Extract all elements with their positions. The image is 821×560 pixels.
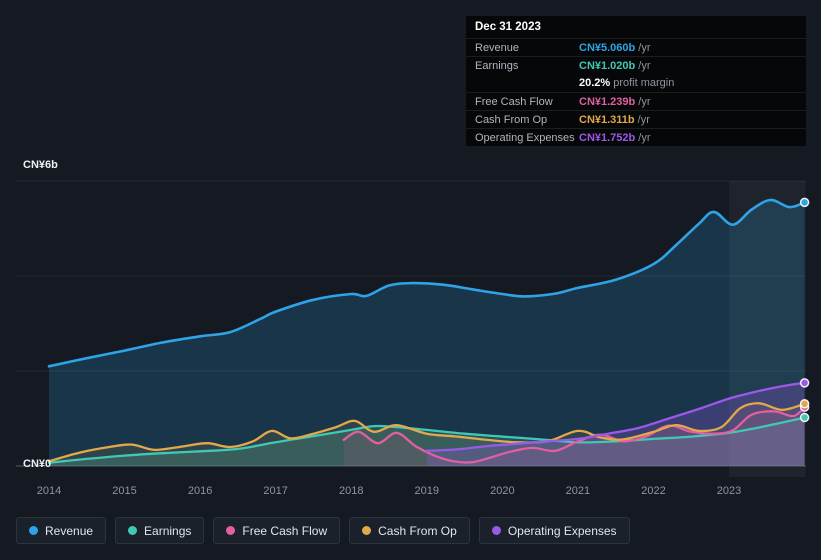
x-axis-label-2016: 2016 xyxy=(187,485,213,497)
earnings-end-marker xyxy=(799,412,810,423)
free-cash-flow-legend-dot xyxy=(226,526,236,535)
x-axis-label-2018: 2018 xyxy=(338,485,364,497)
revenue-legend-dot xyxy=(29,526,38,535)
legend-item-earnings[interactable]: Earnings xyxy=(115,517,205,544)
tooltip-value: CN¥1.239b/yr xyxy=(579,95,651,108)
tooltip-label: Operating Expenses xyxy=(475,131,575,144)
tooltip-value: CN¥1.752b/yr xyxy=(579,131,651,144)
tooltip-row-revenue: Revenue CN¥5.060b/yr xyxy=(466,38,806,56)
legend-label: Earnings xyxy=(144,523,192,538)
legend-label: Free Cash Flow xyxy=(242,523,328,538)
x-axis-label-2017: 2017 xyxy=(263,485,288,497)
tooltip-value: CN¥1.020b/yr xyxy=(579,59,651,72)
operating-expenses-end-marker xyxy=(799,378,810,388)
x-axis-label-2020: 2020 xyxy=(490,485,515,497)
x-axis-label-2014: 2014 xyxy=(36,485,62,497)
x-axis-label-2019: 2019 xyxy=(414,485,440,497)
x-axis-label-2023: 2023 xyxy=(716,485,742,497)
chart-legend: Revenue Earnings Free Cash Flow Cash From O… xyxy=(16,517,630,544)
tooltip-label: Cash From Op xyxy=(475,113,548,126)
tooltip-value: CN¥5.060b/yr xyxy=(579,41,651,54)
earnings-legend-dot xyxy=(128,526,138,535)
tooltip-row-profit-margin: 20.2% profit margin xyxy=(466,74,806,92)
tooltip-value: 20.2% profit margin xyxy=(579,77,675,89)
legend-item-revenue[interactable]: Revenue xyxy=(16,517,107,544)
x-axis-label-2022: 2022 xyxy=(641,485,666,497)
legend-label: Operating Expenses xyxy=(507,523,617,538)
tooltip-row-cash-from-op: Cash From Op CN¥1.311b/yr xyxy=(466,110,806,128)
legend-label: Cash From Op xyxy=(378,523,457,538)
tooltip-row-earnings: Earnings CN¥1.020b/yr xyxy=(466,56,806,74)
legend-item-operating-expenses[interactable]: Operating Expenses xyxy=(478,517,630,544)
x-axis-label-2021: 2021 xyxy=(565,485,591,497)
x-axis-label-2015: 2015 xyxy=(112,485,137,497)
legend-label: Revenue xyxy=(45,523,94,538)
tooltip-label: Earnings xyxy=(475,59,519,72)
cash-from-op-end-marker xyxy=(799,399,810,409)
stock-financials-chart: CN¥6b CN¥0 2014 2015 2016 2017 2018 2019 2020 2… xyxy=(0,0,821,560)
cash-from-op-legend-dot xyxy=(362,526,372,535)
y-axis-label-bottom: CN¥0 xyxy=(23,458,52,470)
tooltip-row-operating-expenses: Operating Expenses CN¥1.752b/yr xyxy=(466,128,806,146)
y-axis-label-top: CN¥6b xyxy=(23,159,58,171)
tooltip-value: CN¥1.311b/yr xyxy=(579,113,650,126)
legend-item-free-cash-flow[interactable]: Free Cash Flow xyxy=(213,517,341,544)
tooltip-row-free-cash-flow: Free Cash Flow CN¥1.239b/yr xyxy=(466,92,806,110)
revenue-end-marker xyxy=(799,197,810,208)
data-tooltip: Dec 31 2023 Revenue CN¥5.060b/yr Earning… xyxy=(466,16,806,146)
tooltip-label: Free Cash Flow xyxy=(475,95,553,108)
tooltip-label: Revenue xyxy=(475,41,520,54)
legend-item-cash-from-op[interactable]: Cash From Op xyxy=(349,517,470,544)
tooltip-date: Dec 31 2023 xyxy=(475,21,541,33)
operating-expenses-legend-dot xyxy=(491,526,501,535)
